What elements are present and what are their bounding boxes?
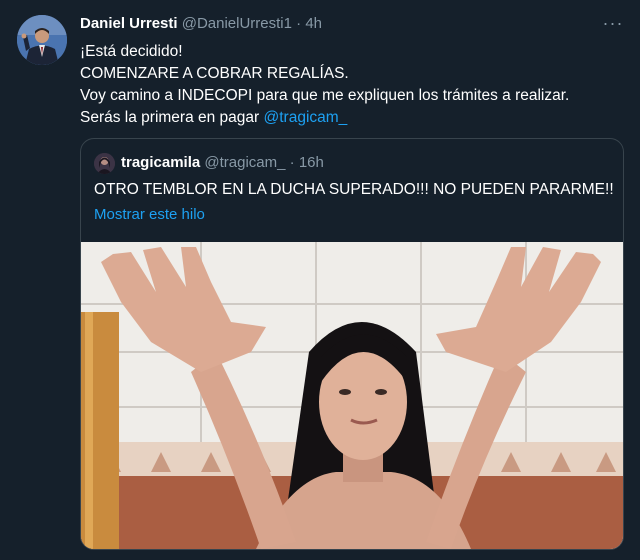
tweet-line: COMENZARE A COBRAR REGALÍAS. — [80, 65, 349, 82]
handle[interactable]: @DanielUrresti1 — [182, 15, 292, 32]
tweet-header: Daniel Urresti @DanielUrresti1 · 4h — [80, 14, 322, 34]
display-name[interactable]: Daniel Urresti — [80, 15, 178, 32]
tweet-line-text: Serás la primera en pagar — [80, 109, 264, 126]
tweet-line: Serás la primera en pagar @tragicam_ — [80, 107, 620, 129]
more-options-icon[interactable]: ··· — [600, 10, 626, 36]
tweet-text: ¡Está decidido! COMENZARE A COBRAR REGAL… — [80, 41, 620, 129]
show-thread-link[interactable]: Mostrar este hilo — [94, 205, 205, 225]
tweet[interactable]: ··· Daniel Urresti @DanielUrresti1 · 4h … — [0, 0, 640, 560]
separator: · — [296, 15, 302, 32]
quoted-handle[interactable]: @tragicam_ — [204, 154, 285, 171]
quoted-photo[interactable] — [81, 242, 623, 549]
quoted-avatar[interactable] — [94, 153, 115, 174]
timestamp[interactable]: 4h — [305, 15, 322, 32]
quoted-timestamp[interactable]: 16h — [299, 154, 324, 171]
quoted-text: OTRO TEMBLOR EN LA DUCHA SUPERADO!!! NO … — [94, 181, 614, 198]
tweet-line: Voy camino a INDECOPI para que me expliq… — [80, 87, 570, 104]
quoted-display-name[interactable]: tragicamila — [121, 154, 200, 171]
mention-link[interactable]: @tragicam_ — [264, 109, 348, 126]
separator: · — [289, 154, 295, 171]
quoted-header: tragicamila @tragicam_ · 16h — [121, 153, 324, 173]
tweet-line: ¡Está decidido! — [80, 43, 183, 60]
quoted-tweet[interactable]: tragicamila @tragicam_ · 16h OTRO TEMBLO… — [80, 138, 624, 550]
avatar[interactable] — [17, 15, 67, 65]
